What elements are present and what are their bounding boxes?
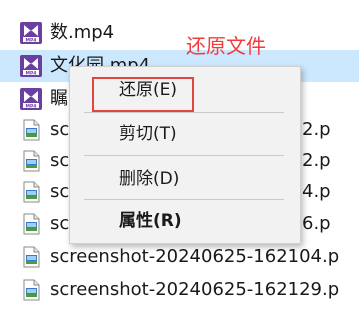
- file-row-screenshot[interactable]: screenshot-20240625-162129.p: [0, 274, 359, 306]
- file-name-suffix: 4.p: [302, 181, 331, 202]
- menu-separator: [84, 112, 284, 113]
- file-name: screenshot-20240625-162129.p: [50, 279, 340, 300]
- menu-separator: [84, 155, 284, 156]
- menu-item-restore[interactable]: 还原(E): [119, 79, 177, 101]
- svg-text:MP4: MP4: [26, 70, 37, 76]
- image-file-icon: [23, 213, 40, 235]
- image-file-icon: [23, 150, 40, 172]
- file-name: screenshot-20240625-162104.p: [50, 246, 340, 267]
- menu-item-delete[interactable]: 删除(D): [119, 168, 179, 190]
- menu-item-cut[interactable]: 剪切(T): [119, 123, 177, 145]
- file-name: sc: [50, 119, 70, 140]
- image-file-icon: [23, 279, 40, 301]
- file-name: sc: [50, 150, 70, 171]
- image-file-icon: [23, 246, 40, 268]
- video-file-icon: MP4: [20, 55, 42, 77]
- video-file-icon: MP4: [20, 22, 42, 44]
- file-name: sc: [50, 181, 70, 202]
- file-name: sc: [50, 213, 70, 234]
- menu-item-properties[interactable]: 属性(R): [119, 210, 182, 232]
- file-name-suffix: 6.p: [302, 213, 331, 234]
- annotation-label: 还原文件: [186, 34, 266, 58]
- image-file-icon: [23, 181, 40, 203]
- image-file-icon: [23, 119, 40, 141]
- file-name: 瞩: [50, 88, 68, 109]
- svg-text:MP4: MP4: [26, 37, 37, 43]
- menu-separator: [84, 199, 284, 200]
- file-name-suffix: 2.p: [302, 119, 331, 140]
- file-name-suffix: 2.p: [302, 150, 331, 171]
- context-menu: 还原(E) 剪切(T) 删除(D) 属性(R): [69, 66, 301, 244]
- video-file-icon: MP4: [20, 88, 42, 110]
- file-row-screenshot[interactable]: screenshot-20240625-162104.p: [0, 241, 359, 273]
- file-row-mp4[interactable]: MP4 数.mp4: [0, 17, 359, 49]
- svg-text:MP4: MP4: [26, 103, 37, 109]
- file-name: 数.mp4: [50, 22, 115, 43]
